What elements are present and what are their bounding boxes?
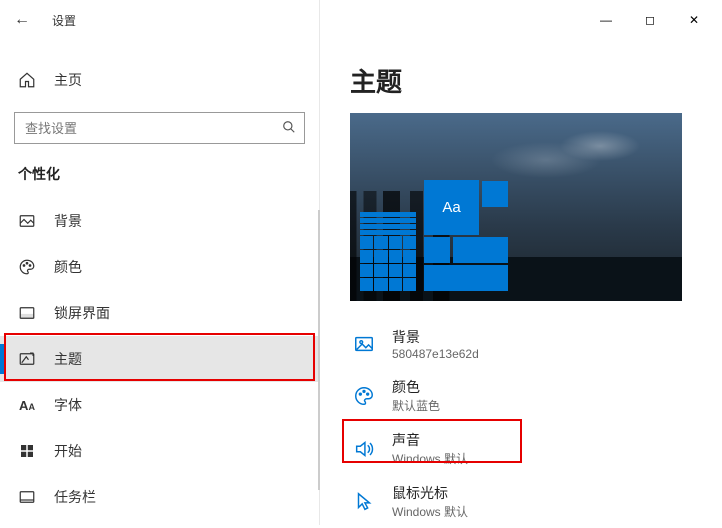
taskbar-icon bbox=[18, 488, 36, 506]
palette-icon bbox=[18, 258, 36, 276]
preview-aa-tile: Aa bbox=[424, 180, 479, 235]
sidebar-item-font[interactable]: AA 字体 bbox=[0, 382, 319, 428]
nav-label: 颜色 bbox=[54, 257, 82, 277]
sidebar-home[interactable]: 主页 bbox=[0, 58, 319, 102]
option-title: 声音 bbox=[392, 430, 468, 450]
option-sub: 580487e13e62d bbox=[392, 347, 479, 361]
sidebar-item-taskbar[interactable]: 任务栏 bbox=[0, 474, 319, 520]
cursor-icon bbox=[350, 491, 378, 513]
home-label: 主页 bbox=[54, 70, 82, 90]
theme-preview: Aa bbox=[350, 113, 682, 301]
sidebar-item-lockscreen[interactable]: 锁屏界面 bbox=[0, 290, 319, 336]
nav-list: 背景 颜色 锁屏界面 主题 AA 字体 开始 任务栏 bbox=[0, 198, 319, 520]
theme-icon bbox=[18, 350, 36, 368]
option-title: 颜色 bbox=[392, 377, 440, 397]
search-box[interactable] bbox=[14, 112, 305, 144]
preview-tiles: Aa bbox=[360, 171, 520, 291]
sidebar: ← 设置 主页 个性化 背景 颜色 锁屏界面 主 bbox=[0, 0, 320, 525]
option-color[interactable]: 颜色 默认蓝色 bbox=[350, 369, 570, 422]
sidebar-item-theme[interactable]: 主题 bbox=[0, 336, 319, 382]
nav-label: 锁屏界面 bbox=[54, 303, 110, 323]
option-sub: Windows 默认 bbox=[392, 450, 468, 467]
minimize-button[interactable]: — bbox=[586, 5, 626, 35]
option-sound[interactable]: 声音 Windows 默认 bbox=[350, 422, 570, 475]
picture-icon bbox=[18, 212, 36, 230]
nav-label: 字体 bbox=[54, 395, 82, 415]
search-icon bbox=[282, 120, 296, 137]
section-title: 个性化 bbox=[0, 144, 319, 198]
option-cursor[interactable]: 鼠标光标 Windows 默认 bbox=[350, 475, 570, 528]
option-sub: Windows 默认 bbox=[392, 503, 468, 520]
sidebar-item-color[interactable]: 颜色 bbox=[0, 244, 319, 290]
app-title: 设置 bbox=[52, 12, 76, 29]
start-icon bbox=[18, 442, 36, 460]
back-arrow-icon[interactable]: ← bbox=[14, 11, 30, 29]
close-button[interactable]: ✕ bbox=[674, 5, 714, 35]
page-title: 主题 bbox=[320, 40, 722, 113]
option-background[interactable]: 背景 580487e13e62d bbox=[350, 319, 570, 369]
picture-icon bbox=[350, 333, 378, 355]
nav-label: 背景 bbox=[54, 211, 82, 231]
option-title: 鼠标光标 bbox=[392, 483, 468, 503]
option-sub: 默认蓝色 bbox=[392, 397, 440, 414]
search-wrap bbox=[0, 112, 319, 144]
window-controls: — ◻ ✕ bbox=[320, 0, 722, 40]
nav-label: 开始 bbox=[54, 441, 82, 461]
sidebar-item-background[interactable]: 背景 bbox=[0, 198, 319, 244]
palette-icon bbox=[350, 385, 378, 407]
sound-icon bbox=[350, 438, 378, 460]
nav-label: 任务栏 bbox=[54, 487, 96, 507]
nav-label: 主题 bbox=[54, 349, 82, 369]
search-input[interactable] bbox=[15, 121, 304, 136]
main-content: — ◻ ✕ 主题 Aa 背景 580487e bbox=[320, 0, 722, 525]
maximize-button[interactable]: ◻ bbox=[630, 5, 670, 35]
home-icon bbox=[18, 71, 36, 89]
theme-options: 背景 580487e13e62d 颜色 默认蓝色 声音 Windows 默认 鼠… bbox=[350, 319, 722, 528]
option-title: 背景 bbox=[392, 327, 479, 347]
sidebar-item-start[interactable]: 开始 bbox=[0, 428, 319, 474]
font-icon: AA bbox=[18, 398, 36, 413]
titlebar-left: ← 设置 bbox=[0, 0, 319, 40]
lockscreen-icon bbox=[18, 304, 36, 322]
